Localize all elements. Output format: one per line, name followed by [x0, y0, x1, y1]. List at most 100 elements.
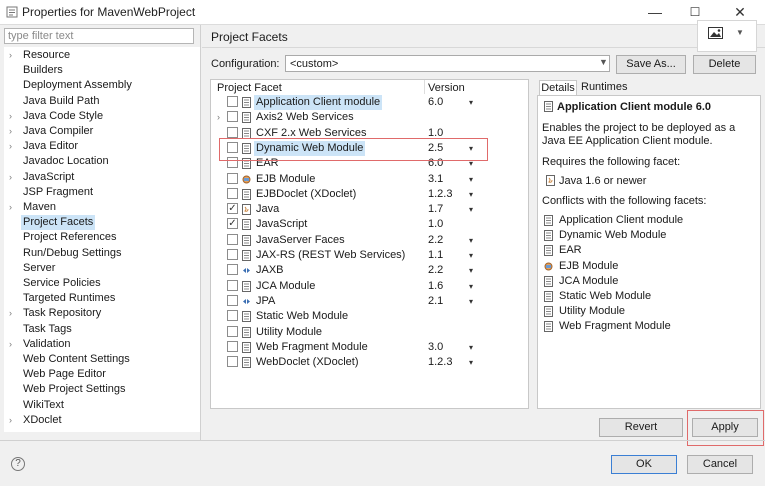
chevron-down-icon[interactable]: ▼ — [599, 57, 608, 67]
save-as-button[interactable]: Save As... — [616, 55, 686, 74]
facet-checkbox[interactable] — [227, 279, 238, 291]
maximize-button[interactable]: ☐ — [680, 2, 710, 22]
facet-row[interactable]: Web Fragment Module 3.0 ▾ — [211, 340, 527, 355]
page-icon — [544, 321, 553, 333]
tree-item-label: Run/Debug Settings — [23, 246, 122, 259]
facet-checkbox[interactable] — [227, 340, 238, 352]
facet-row[interactable]: JPA 2.1 ▾ — [211, 294, 527, 309]
page-icon — [242, 219, 251, 231]
revert-button[interactable]: Revert — [599, 418, 683, 437]
chevron-right-icon[interactable]: › — [9, 109, 12, 124]
chevron-right-icon[interactable]: › — [9, 48, 12, 63]
facet-row[interactable]: JAXB 2.2 ▾ — [211, 263, 527, 278]
version-dropdown-icon[interactable]: ▾ — [469, 294, 473, 309]
facet-checkbox[interactable] — [227, 356, 238, 368]
facet-row[interactable]: WebDoclet (XDoclet) 1.2.3 ▾ — [211, 355, 527, 370]
tab-details[interactable]: Details — [539, 80, 577, 95]
facet-name: JAXB — [256, 264, 284, 277]
facet-row[interactable]: ✓ JavaScript 1.0 — [211, 217, 527, 232]
ejb-icon — [242, 174, 251, 185]
version-dropdown-icon[interactable]: ▾ — [469, 248, 473, 263]
facet-name: JCA Module — [256, 279, 316, 292]
facet-checkbox[interactable]: ✓ — [227, 203, 238, 215]
help-icon[interactable]: ? — [11, 457, 25, 471]
chevron-right-icon[interactable]: › — [9, 124, 12, 139]
facet-checkbox[interactable] — [227, 172, 238, 184]
cancel-button[interactable]: Cancel — [687, 455, 753, 474]
chevron-right-icon[interactable]: › — [9, 337, 12, 352]
header-divider — [202, 47, 765, 48]
facet-checkbox[interactable] — [227, 187, 238, 199]
tree-item-label: Project Facets — [21, 215, 96, 231]
page-icon — [242, 280, 251, 292]
chevron-down-icon[interactable]: ▼ — [736, 28, 744, 37]
facet-row[interactable]: JAX-RS (REST Web Services) 1.1 ▾ — [211, 248, 527, 263]
picture-icon[interactable] — [708, 27, 723, 39]
title-divider — [0, 24, 765, 25]
column-header-version[interactable]: Version — [428, 82, 465, 94]
facet-checkbox[interactable]: ✓ — [227, 218, 238, 230]
tree-item-label: Project References — [23, 231, 117, 244]
chevron-right-icon[interactable]: › — [9, 306, 12, 321]
facet-checkbox[interactable] — [227, 294, 238, 306]
version-dropdown-icon[interactable]: ▾ — [469, 95, 473, 110]
facet-checkbox[interactable] — [227, 233, 238, 245]
version-dropdown-icon[interactable]: ▾ — [469, 233, 473, 248]
facet-checkbox[interactable] — [227, 310, 238, 322]
tab-runtimes[interactable]: Runtimes — [581, 80, 627, 94]
page-icon — [242, 127, 251, 139]
facet-checkbox[interactable] — [227, 325, 238, 337]
version-dropdown-icon[interactable]: ▾ — [469, 172, 473, 187]
facet-row[interactable]: ✓ Java 1.7 ▾ — [211, 202, 527, 217]
view-menu-toolbar — [697, 20, 757, 52]
conflict-label: Static Web Module — [559, 290, 652, 302]
chevron-right-icon[interactable]: › — [9, 413, 12, 428]
panel-divider[interactable] — [200, 25, 201, 440]
facet-row[interactable]: Utility Module — [211, 325, 527, 340]
facet-name: Static Web Module — [256, 310, 349, 323]
tree-item-label: Web Page Editor — [23, 368, 106, 381]
chevron-right-icon[interactable]: › — [9, 139, 12, 154]
facet-row[interactable]: Application Client module 6.0 ▾ — [211, 95, 527, 110]
facet-checkbox[interactable] — [227, 249, 238, 260]
facet-row[interactable]: JavaServer Faces 2.2 ▾ — [211, 233, 527, 248]
page-icon — [242, 326, 251, 338]
version-dropdown-icon[interactable]: ▾ — [469, 263, 473, 278]
facet-checkbox[interactable] — [227, 96, 238, 107]
tree-item-label: Java Compiler — [23, 125, 94, 137]
facet-row[interactable]: JCA Module 1.6 ▾ — [211, 279, 527, 294]
app-icon — [6, 6, 18, 18]
facet-checkbox[interactable] — [227, 126, 238, 138]
column-divider[interactable] — [424, 80, 425, 94]
page-icon — [544, 291, 553, 302]
facet-row[interactable]: EJB Module 3.1 ▾ — [211, 172, 527, 187]
facet-name: JavaScript — [256, 218, 308, 231]
version-dropdown-icon[interactable]: ▾ — [469, 340, 473, 355]
facet-row[interactable]: › Axis2 Web Services — [211, 110, 527, 125]
facet-name: JAX-RS (REST Web Services) — [256, 249, 406, 261]
minimize-button[interactable]: — — [640, 2, 670, 22]
version-dropdown-icon[interactable]: ▾ — [469, 187, 473, 202]
close-button[interactable]: ✕ — [725, 2, 755, 22]
conflict-label: Application Client module — [559, 214, 684, 226]
version-dropdown-icon[interactable]: ▾ — [469, 202, 473, 217]
delete-button[interactable]: Delete — [693, 55, 756, 74]
ok-button[interactable]: OK — [611, 455, 677, 474]
facet-checkbox[interactable] — [227, 111, 238, 123]
chevron-right-icon[interactable]: › — [217, 110, 220, 125]
filter-input[interactable] — [4, 28, 194, 44]
version-dropdown-icon[interactable]: ▾ — [469, 355, 473, 370]
page-icon — [242, 112, 251, 124]
facet-checkbox[interactable] — [227, 264, 238, 276]
requires-item: Java 1.6 or newer — [559, 175, 647, 187]
version-dropdown-icon[interactable]: ▾ — [469, 279, 473, 294]
chevron-right-icon[interactable]: › — [9, 170, 12, 185]
properties-tree: › Resource Builders Deployment Assembly Java… — [4, 47, 200, 432]
page-icon — [242, 357, 251, 369]
facet-row[interactable]: EJBDoclet (XDoclet) 1.2.3 ▾ — [211, 187, 527, 202]
column-header-facet[interactable]: Project Facet — [217, 82, 282, 94]
facet-version: 3.1 — [428, 172, 444, 185]
conflict-label: Dynamic Web Module — [559, 229, 667, 242]
facet-row[interactable]: Static Web Module — [211, 309, 527, 324]
chevron-right-icon[interactable]: › — [9, 200, 12, 215]
